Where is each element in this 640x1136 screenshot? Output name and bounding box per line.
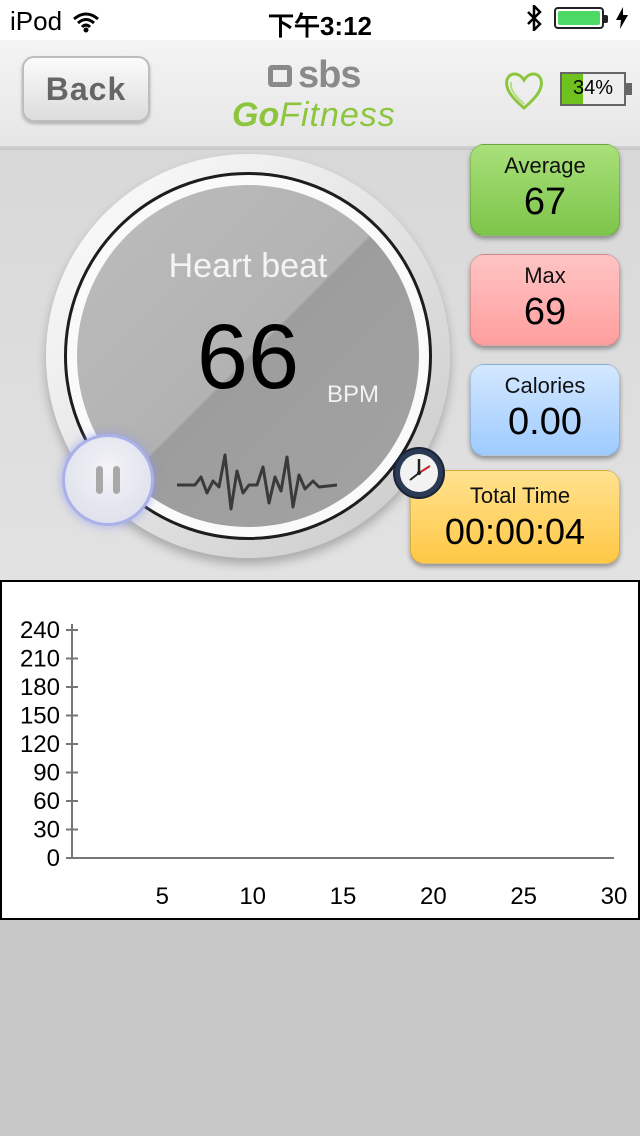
calories-value: 0.00 bbox=[508, 401, 582, 443]
y-tick-label: 60 bbox=[33, 788, 60, 815]
max-value: 69 bbox=[523, 291, 567, 333]
pause-icon bbox=[96, 466, 103, 494]
heart-rate-chart: 0 30 60 90 120 150 180 210 240 5 10 15 20 25 30 bbox=[0, 580, 640, 920]
x-tick-label: 25 bbox=[510, 883, 537, 910]
dial-label: Heart beat bbox=[168, 247, 328, 285]
x-tick-label: 20 bbox=[420, 883, 447, 910]
heart-icon[interactable] bbox=[502, 68, 546, 112]
wifi-icon bbox=[73, 12, 100, 32]
average-value: 67 bbox=[523, 181, 567, 223]
bottom-area bbox=[0, 920, 640, 1136]
y-tick-label: 150 bbox=[20, 703, 60, 730]
average-label: Average bbox=[504, 153, 586, 178]
y-tick-label: 210 bbox=[20, 646, 60, 673]
logo-fitness-text: Fitness bbox=[279, 96, 396, 134]
device-name: iPod bbox=[10, 6, 63, 36]
calories-card: Calories 0.00 bbox=[470, 364, 620, 456]
heart-rate-unit: BPM bbox=[327, 381, 380, 408]
device-battery-percent: 34% bbox=[572, 77, 614, 99]
logo-square-icon bbox=[268, 64, 292, 87]
logo-brand: sbs bbox=[268, 54, 361, 97]
x-tick-label: 30 bbox=[601, 883, 628, 910]
device-battery-indicator: 34% bbox=[560, 72, 632, 106]
y-tick-label: 120 bbox=[20, 731, 60, 758]
app-header: Back sbs GoFitness 34% bbox=[0, 40, 640, 148]
app-logo: sbs GoFitness bbox=[228, 52, 418, 135]
logo-go-text: Go bbox=[232, 96, 280, 134]
y-tick-label: 0 bbox=[47, 845, 60, 872]
y-tick-label: 180 bbox=[20, 674, 60, 701]
status-left: iPod bbox=[10, 6, 100, 37]
x-tick-label: 10 bbox=[239, 883, 266, 910]
y-tick-label: 90 bbox=[33, 760, 60, 787]
back-button[interactable]: Back bbox=[22, 56, 150, 122]
x-tick-label: 5 bbox=[156, 883, 169, 910]
charging-icon bbox=[616, 7, 628, 29]
max-label: Max bbox=[524, 263, 566, 288]
pulse-wave-icon bbox=[177, 453, 337, 511]
x-tick-label: 15 bbox=[330, 883, 357, 910]
max-card: Max 69 bbox=[470, 254, 620, 346]
pause-button[interactable] bbox=[62, 434, 154, 526]
clock-icon bbox=[393, 447, 445, 499]
heart-rate-panel: Heart beat 66 BPM Average 67 Max 69 Calo… bbox=[0, 144, 640, 580]
chart-canvas: 03060901201501802102405 10 15 20 25 30 bbox=[20, 617, 628, 910]
calories-label: Calories bbox=[504, 373, 586, 398]
bluetooth-icon bbox=[527, 5, 542, 31]
y-tick-label: 240 bbox=[20, 617, 60, 644]
logo-product: GoFitness bbox=[232, 96, 396, 135]
status-bar: iPod 下午3:12 bbox=[0, 0, 640, 41]
total-time-value: 00:00:04 bbox=[444, 511, 586, 552]
logo-brand-text: sbs bbox=[298, 54, 361, 96]
y-tick-label: 30 bbox=[33, 817, 60, 844]
average-card: Average 67 bbox=[470, 144, 620, 236]
status-right bbox=[526, 5, 628, 31]
status-battery-icon bbox=[554, 7, 608, 29]
